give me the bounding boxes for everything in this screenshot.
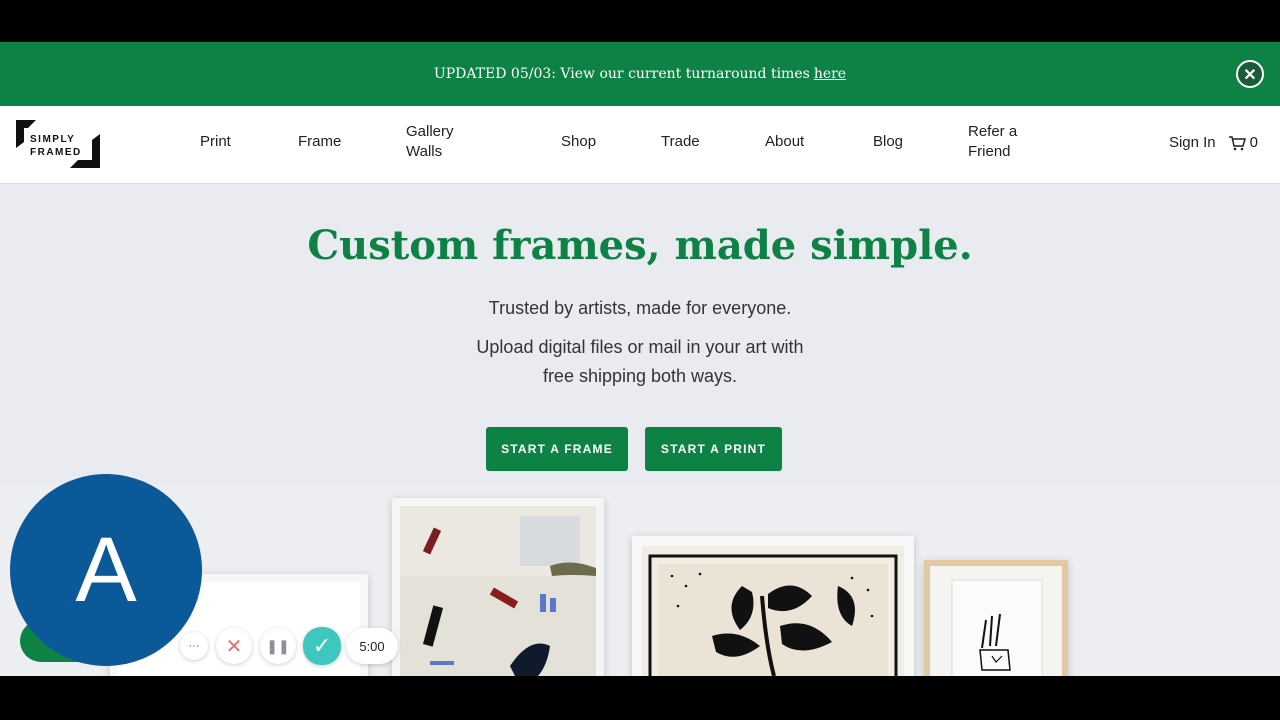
recorder-done-button[interactable]: ✓: [303, 627, 341, 665]
nav-item-shop[interactable]: Shop: [561, 132, 596, 152]
checkmark-icon: ✓: [312, 633, 332, 658]
start-a-print-button[interactable]: START A PRINT: [645, 427, 782, 471]
banner-close-button[interactable]: ✕: [1236, 60, 1264, 88]
more-icon: ···: [188, 640, 200, 652]
logo-wordmark: SIMPLY FRAMED: [30, 134, 82, 158]
hero-description-line-2: free shipping both ways.: [542, 366, 738, 386]
hero-description-line-1: Upload digital files or mail in your art…: [476, 337, 804, 357]
nav-item-frame[interactable]: Frame: [298, 132, 341, 152]
banner-link[interactable]: here: [814, 66, 846, 82]
nav-item-about[interactable]: About: [765, 132, 804, 152]
cart-count: 0: [1249, 134, 1258, 151]
abstract-painting-image: [400, 506, 596, 676]
nav-item-gallery-walls[interactable]: Gallery Walls: [406, 122, 476, 162]
hand-sketch-image: [951, 579, 1043, 676]
avatar-letter: A: [75, 518, 137, 621]
recorder-avatar: A: [10, 474, 202, 666]
cart-icon: [1228, 135, 1246, 150]
hero-title: Custom frames, made simple.: [307, 222, 973, 269]
sign-in-link[interactable]: Sign In: [1169, 134, 1216, 151]
framed-art-botanical-print: [632, 536, 914, 676]
timer-text: 5:00: [359, 638, 385, 654]
botanical-print-image: [642, 546, 904, 676]
recorder-pause-button[interactable]: ❚❚: [260, 628, 296, 664]
simply-framed-logo[interactable]: SIMPLY FRAMED: [16, 120, 100, 168]
hero-tagline: Trusted by artists, made for everyone.: [488, 298, 792, 318]
close-icon: ✕: [1243, 64, 1257, 84]
cart-button[interactable]: 0: [1228, 134, 1258, 151]
main-nav: SIMPLY FRAMED Print Frame Gallery Walls …: [0, 106, 1280, 184]
recorder-timer: 5:00: [346, 628, 398, 664]
recorder-more-button[interactable]: ···: [180, 632, 208, 660]
nav-item-trade[interactable]: Trade: [661, 132, 700, 152]
framed-art-abstract: [392, 498, 604, 676]
banner-text: UPDATED 05/03: View our current turnarou…: [433, 66, 810, 82]
start-a-frame-button[interactable]: START A FRAME: [486, 427, 628, 471]
recorder-cancel-button[interactable]: ✕: [216, 628, 252, 664]
announcement-banner: UPDATED 05/03: View our current turnarou…: [0, 42, 1280, 106]
nav-item-print[interactable]: Print: [200, 132, 231, 152]
nav-item-refer-a-friend[interactable]: Refer a Friend: [968, 122, 1038, 162]
nav-account-area: Sign In 0: [1169, 134, 1258, 151]
cancel-icon: ✕: [225, 635, 243, 658]
framed-art-sketch: [924, 560, 1068, 676]
nav-item-blog[interactable]: Blog: [873, 132, 903, 152]
pause-icon: ❚❚: [266, 637, 290, 654]
